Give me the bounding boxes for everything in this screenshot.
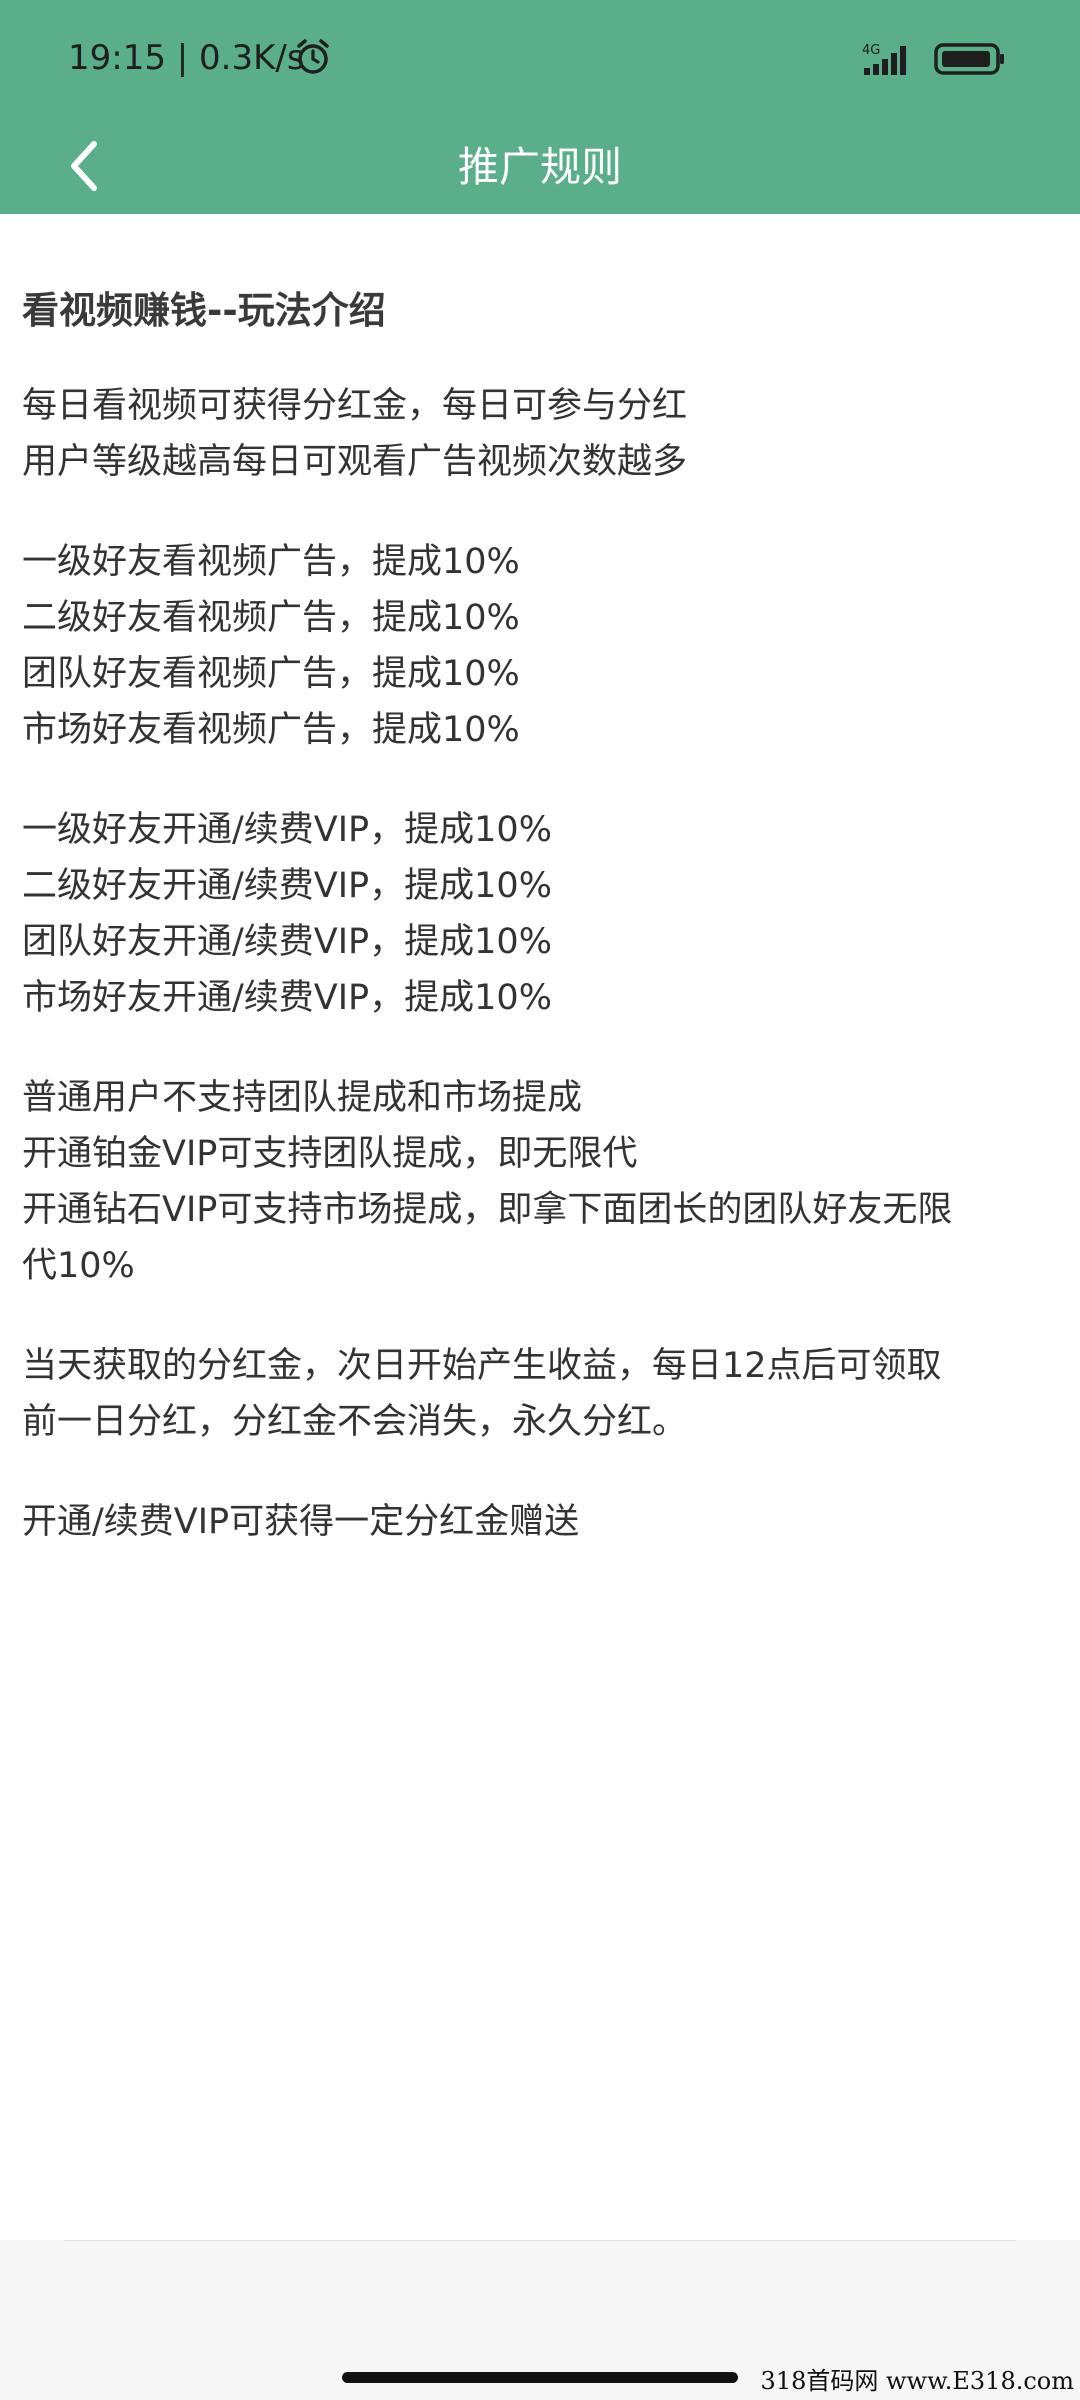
rule-line: 二级好友开通/续费VIP，提成10% <box>22 866 552 906</box>
rule-line: 开通铂金VIP可支持团队提成，即无限代 <box>22 1134 638 1174</box>
rule-line: 用户等级越高每日可观看广告视频次数越多 <box>22 442 688 482</box>
status-time: 19:15 | 0.3K/s <box>68 38 305 78</box>
battery-icon <box>934 43 1004 75</box>
rule-line: 前一日分红，分红金不会消失，永久分红。 <box>22 1402 688 1442</box>
rule-line: 二级好友看视频广告，提成10% <box>22 598 520 638</box>
rules-paragraph: 普通用户不支持团队提成和市场提成 开通铂金VIP可支持团队提成，即无限代 开通钻… <box>22 1070 1058 1294</box>
rule-line: 市场好友看视频广告，提成10% <box>22 710 520 750</box>
chevron-left-icon <box>71 141 97 191</box>
rule-line: 开通/续费VIP可获得一定分红金赠送 <box>22 1502 580 1542</box>
rules-paragraph: 当天获取的分红金，次日开始产生收益，每日12点后可领取 前一日分红，分红金不会消… <box>22 1338 1058 1450</box>
signal-icon: 4G <box>862 43 906 75</box>
rule-line: 一级好友开通/续费VIP，提成10% <box>22 810 552 850</box>
rule-line: 开通钻石VIP可支持市场提成，即拿下面团长的团队好友无限 <box>22 1190 953 1230</box>
alarm-icon <box>297 39 329 74</box>
rule-line: 普通用户不支持团队提成和市场提成 <box>22 1078 583 1118</box>
rule-line: 团队好友开通/续费VIP，提成10% <box>22 922 552 962</box>
rules-heading: 看视频赚钱--玩法介绍 <box>22 289 386 332</box>
watermark-text: 318首码网 www.E318.com <box>760 2367 1074 2395</box>
navigation-bar: 推广规则 <box>0 120 1080 214</box>
top-app-bar: 19:15 | 0.3K/s 4G 推广规则 <box>0 0 1080 214</box>
home-indicator[interactable] <box>342 2372 738 2383</box>
rules-content: 看视频赚钱--玩法介绍 每日看视频可获得分红金，每日可参与分红 用户等级越高每日… <box>22 278 1058 1594</box>
status-bar: 19:15 | 0.3K/s 4G <box>0 0 1080 120</box>
rules-paragraph: 每日看视频可获得分红金，每日可参与分红 用户等级越高每日可观看广告视频次数越多 <box>22 378 1058 490</box>
rules-paragraph: 开通/续费VIP可获得一定分红金赠送 <box>22 1494 1058 1550</box>
rule-line: 团队好友看视频广告，提成10% <box>22 654 520 694</box>
rules-paragraph: 一级好友开通/续费VIP，提成10% 二级好友开通/续费VIP，提成10% 团队… <box>22 802 1058 1026</box>
rule-line: 一级好友看视频广告，提成10% <box>22 542 520 582</box>
page-title: 推广规则 <box>458 143 622 191</box>
network-type-label: 4G <box>862 43 880 58</box>
back-button[interactable] <box>40 122 128 210</box>
rule-line: 当天获取的分红金，次日开始产生收益，每日12点后可领取 <box>22 1346 942 1386</box>
rule-line: 每日看视频可获得分红金，每日可参与分红 <box>22 386 688 426</box>
rules-paragraph: 一级好友看视频广告，提成10% 二级好友看视频广告，提成10% 团队好友看视频广… <box>22 534 1058 758</box>
divider <box>64 2240 1016 2241</box>
rule-line: 市场好友开通/续费VIP，提成10% <box>22 978 552 1018</box>
rule-line: 代10% <box>22 1246 135 1286</box>
